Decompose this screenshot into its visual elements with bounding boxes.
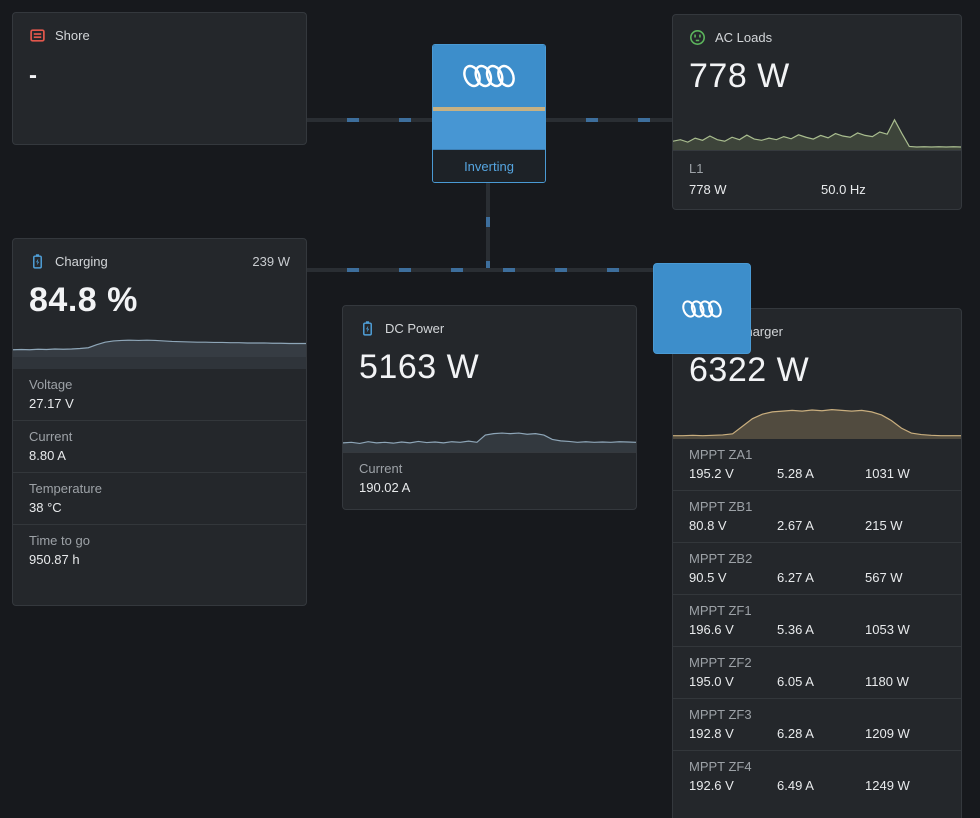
- battery-soc: 84.8 %: [13, 280, 306, 319]
- detail-row-time-to-go: Time to go 950.87 h: [13, 524, 306, 576]
- mppt-power: 1209 W: [865, 726, 945, 741]
- mppt-name: MPPT ZB2: [689, 551, 945, 566]
- mppt-power: 567 W: [865, 570, 945, 585]
- mppt-row-zb2: MPPT ZB2 90.5 V 6.27 A 567 W: [673, 542, 961, 594]
- ac-loads-phase-row: L1 778 W 50.0 Hz: [673, 151, 961, 209]
- ac-loads-sparkline: [673, 116, 961, 150]
- detail-row-dc-current: Current 190.02 A: [343, 453, 636, 509]
- mppt-current: 6.49 A: [777, 778, 865, 793]
- mppt-current: 5.28 A: [777, 466, 865, 481]
- mppt-voltage: 80.8 V: [689, 518, 777, 533]
- phase-label: L1: [689, 161, 945, 176]
- mppt-voltage: 90.5 V: [689, 570, 777, 585]
- wire-inverter-to-ac-loads: [546, 118, 672, 122]
- mppt-row-zb1: MPPT ZB1 80.8 V 2.67 A 215 W: [673, 490, 961, 542]
- ac-loads-title: AC Loads: [715, 30, 772, 45]
- voltage-label: Voltage: [29, 377, 290, 392]
- charging-power: 239 W: [252, 254, 290, 269]
- inverter-body: [433, 111, 545, 149]
- detail-row-voltage: Voltage 27.17 V: [13, 369, 306, 420]
- battery-icon: [29, 253, 46, 270]
- ac-loads-card[interactable]: AC Loads 778 W L1 778 W 50.0 Hz: [672, 14, 962, 210]
- dc-power-header: DC Power: [343, 306, 636, 347]
- current-label: Current: [29, 429, 290, 444]
- mppt-power: 1053 W: [865, 622, 945, 637]
- detail-row-temperature: Temperature 38 °C: [13, 472, 306, 524]
- inverter-image: [433, 45, 545, 107]
- ac-loads-power: 778 W: [673, 56, 961, 95]
- mppt-row-zf4: MPPT ZF4 192.6 V 6.49 A 1249 W: [673, 750, 961, 802]
- mppt-row-zf1: MPPT ZF1 196.6 V 5.36 A 1053 W: [673, 594, 961, 646]
- time-to-go-value: 950.87 h: [29, 552, 290, 567]
- mppt-current: 5.36 A: [777, 622, 865, 637]
- battery-icon: [359, 320, 376, 337]
- mppt-name: MPPT ZF4: [689, 759, 945, 774]
- ac-loads-header: AC Loads: [673, 15, 961, 56]
- mppt-current: 6.27 A: [777, 570, 865, 585]
- mppt-current: 6.28 A: [777, 726, 865, 741]
- phase-power: 778 W: [689, 182, 821, 197]
- current-value: 8.80 A: [29, 448, 290, 463]
- charging-title: Charging: [55, 254, 108, 269]
- dc-current-label: Current: [359, 461, 620, 476]
- soc-band: [13, 357, 306, 369]
- dc-power-sparkline: [343, 420, 636, 452]
- wire-dc-bus: [307, 268, 653, 272]
- pv-charger-card[interactable]: PV Charger 6322 W MPPT ZA1 195.2 V 5.28 …: [672, 308, 962, 818]
- detail-row-current: Current 8.80 A: [13, 420, 306, 472]
- mppt-name: MPPT ZB1: [689, 499, 945, 514]
- inverter-status: Inverting: [433, 149, 545, 182]
- shore-card-title: Shore: [55, 28, 90, 43]
- shore-card[interactable]: Shore -: [12, 12, 307, 145]
- mppt-power: 215 W: [865, 518, 945, 533]
- pv-charger-power: 6322 W: [673, 350, 961, 389]
- mppt-current: 6.05 A: [777, 674, 865, 689]
- inverter-device[interactable]: Inverting: [432, 44, 546, 183]
- mppt-row-zf2: MPPT ZF2 195.0 V 6.05 A 1180 W: [673, 646, 961, 698]
- shore-power-icon: [29, 27, 46, 44]
- time-to-go-label: Time to go: [29, 533, 290, 548]
- temperature-value: 38 °C: [29, 500, 290, 515]
- mppt-name: MPPT ZF2: [689, 655, 945, 670]
- wire-inverter-to-dc-bus: [486, 183, 490, 271]
- mppt-voltage: 195.0 V: [689, 674, 777, 689]
- vrm-dashboard: Shore - Inverting AC Loads 7: [0, 0, 980, 818]
- wire-shore-to-inverter: [307, 118, 432, 122]
- dc-power-title: DC Power: [385, 321, 444, 336]
- mppt-power: 1249 W: [865, 778, 945, 793]
- pv-charger-sparkline: [673, 397, 961, 439]
- mppt-voltage: 192.6 V: [689, 778, 777, 793]
- mppt-row-za1: MPPT ZA1 195.2 V 5.28 A 1031 W: [673, 439, 961, 490]
- shore-card-header: Shore: [13, 13, 306, 54]
- mppt-name: MPPT ZA1: [689, 447, 945, 462]
- mppt-voltage: 192.8 V: [689, 726, 777, 741]
- victron-logo-icon: [458, 59, 520, 93]
- charging-sparkline: [13, 329, 306, 357]
- temperature-label: Temperature: [29, 481, 290, 496]
- mppt-name: MPPT ZF1: [689, 603, 945, 618]
- mppt-row-zf3: MPPT ZF3 192.8 V 6.28 A 1209 W: [673, 698, 961, 750]
- mppt-name: MPPT ZF3: [689, 707, 945, 722]
- voltage-value: 27.17 V: [29, 396, 290, 411]
- mppt-power: 1180 W: [865, 674, 945, 689]
- mppt-device[interactable]: [653, 263, 751, 354]
- victron-logo-icon: [679, 296, 725, 322]
- phase-frequency: 50.0 Hz: [821, 182, 945, 197]
- battery-charging-card[interactable]: Charging 239 W 84.8 % Voltage 27.17 V Cu…: [12, 238, 307, 606]
- mppt-power: 1031 W: [865, 466, 945, 481]
- mppt-voltage: 195.2 V: [689, 466, 777, 481]
- dc-power-value: 5163 W: [343, 347, 636, 386]
- shore-value: -: [13, 54, 306, 98]
- dc-power-card[interactable]: DC Power 5163 W Current 190.02 A: [342, 305, 637, 510]
- charging-header: Charging 239 W: [13, 239, 306, 280]
- mppt-voltage: 196.6 V: [689, 622, 777, 637]
- socket-icon: [689, 29, 706, 46]
- dc-current-value: 190.02 A: [359, 480, 620, 495]
- mppt-current: 2.67 A: [777, 518, 865, 533]
